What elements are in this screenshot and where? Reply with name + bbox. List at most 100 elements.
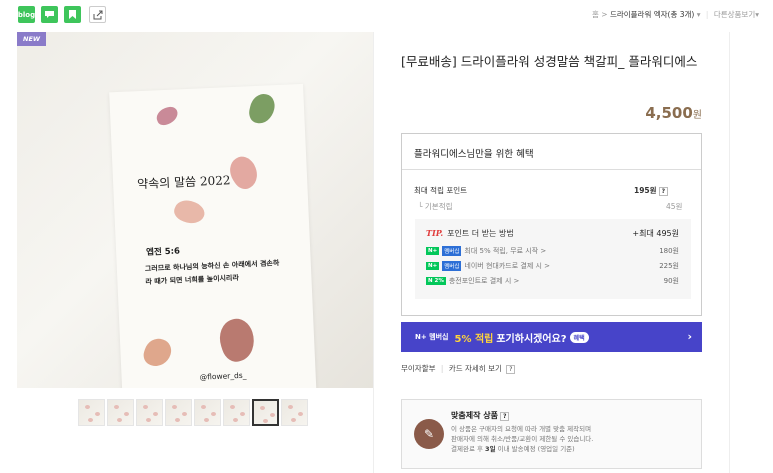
banner-tag: 혜택 [569,331,589,343]
leaf [247,91,277,126]
tip-row-value: 90원 [663,277,679,285]
card-detail-link[interactable]: 카드 자세히 보기 [449,364,502,373]
thumb-petal [298,412,303,416]
thumb-petal [204,418,209,422]
thumbnail[interactable] [223,399,250,426]
thumbnail[interactable] [107,399,134,426]
petal [154,104,181,128]
thumb-petal [240,412,245,416]
custom-desc-line: 이 상품은 구매자의 요청에 따라 개별 맞춤 제작되며 [451,425,592,433]
talk-icon[interactable] [41,6,58,23]
other-products-link[interactable]: 다른상품보기 [714,10,755,19]
chevron-right-icon: › [687,330,692,343]
thumb-petal [146,418,151,422]
thumb-petal [230,405,235,409]
card-verse-ref: 엡전 5:6 [145,246,181,258]
thumbnail[interactable] [165,399,192,426]
tip-row-charge[interactable]: N 2% 충전포인트로 결제 시 > 90원 [426,276,679,286]
tip-row-value: 180원 [659,247,679,255]
max-point-value: 195원? [634,185,669,196]
max-point-amount: 195원 [634,186,657,195]
breadcrumb: 홈 > 드라이플라워 엑자(총 3개) ▾ | 다른상품보기▾ [591,10,759,19]
tip-row-label: 네이버 현대카드로 결제 시 > [464,262,551,270]
tip-row-label: 최대 5% 적립, 무료 시작 > [464,247,547,255]
tip-row-value: 225원 [659,262,679,270]
thumb-petal [114,405,119,409]
product-price: 4,500원 [601,104,702,122]
ship-pre: 결제완료 후 [451,445,483,453]
naver-plus-icon: N+ [426,247,440,255]
price-value: 4,500 [645,104,693,122]
benefit-heading: 플라워디에스님만을 위한 혜택 [402,134,701,170]
membership-icon: 멤버십 [442,261,462,271]
tip-max: +최대 495원 [632,229,679,238]
thumbnail[interactable] [136,399,163,426]
tip-row-membership[interactable]: N+ 멤버십 최대 5% 적립, 무료 시작 > 180원 [426,246,679,256]
share-arrow-icon [93,10,102,19]
breadcrumb-separator: > [601,10,608,19]
base-point-value: 45원 [666,202,683,211]
share-icon[interactable] [89,6,106,23]
card-handle: @flower_ds_ [199,370,247,382]
talk-bubble-icon [45,10,54,18]
thumb-petal [95,412,100,416]
price-unit: 원 [692,110,702,121]
tip-label: TIP. [426,228,444,238]
payment-links: 무이자할부 | 카드 자세히 보기 ? [401,363,516,374]
naver-plus-banner[interactable]: N+ 멤버십 5% 적립 포기하시겠어요? 혜택 › [401,322,702,352]
bookmark-card: 약속의 말씀 2022 엡전 5:6 그러므로 하나님의 능하신 손 아래에서 … [109,83,317,388]
petal [140,335,175,370]
interest-free-link[interactable]: 무이자할부 [401,364,436,373]
thumb-petal [153,412,158,416]
bookmark-icon[interactable] [64,6,81,23]
thumb-petal [260,406,265,410]
max-point-label: 최대 적립 포인트 [414,186,468,195]
tip-heading: TIP. 포인트 더 받는 방법 [426,228,514,239]
thumb-petal [88,418,93,422]
thumb-petal [124,412,129,416]
product-main-image[interactable]: NEW 약속의 말씀 2022 엡전 5:6 그러므로 하나님의 능하신 손 아… [17,32,373,388]
thumb-petal [117,418,122,422]
help-icon[interactable]: ? [658,187,669,196]
custom-order-notice: ✎ 맞춤제작 상품? 이 상품은 구매자의 요청에 따라 개별 맞춤 제작되며 … [401,399,702,469]
breadcrumb-category[interactable]: 드라이플라워 엑자(총 3개) [610,10,694,19]
naver-blog-icon[interactable]: blog [18,6,35,23]
naver-pay-icon: N 2% [426,277,446,285]
tip-row-card[interactable]: N+ 멤버십 네이버 현대카드로 결제 시 > 225원 [426,261,679,271]
thumb-petal [175,418,180,422]
product-title: [무료배송] 드라이플라워 성경말씀 책갈피_ 플라워디에스 [401,54,698,69]
thumb-petal [211,412,216,416]
thumb-petal [182,412,187,416]
thumbnail[interactable] [252,399,279,426]
card-title: 약속의 말씀 2022 [136,173,231,192]
divider [729,32,730,473]
benefit-box: 플라워디에스님만을 위한 혜택 최대 적립 포인트 195원? └ 기본적립 4… [401,133,702,316]
bookmark-shape-icon [69,10,76,19]
breadcrumb-home[interactable]: 홈 [592,10,599,19]
chevron-down-icon[interactable]: ▾ [697,10,701,19]
base-point-label: └ 기본적립 [418,202,453,211]
help-icon[interactable]: ? [506,365,516,374]
edit-note-icon: ✎ [414,419,444,449]
ship-days: 3일 [485,445,496,453]
help-icon[interactable]: ? [499,412,510,421]
thumb-petal [288,405,293,409]
custom-heading: 맞춤제작 상품? [451,410,510,421]
thumb-petal [270,413,275,417]
custom-heading-text: 맞춤제작 상품 [451,411,498,420]
tip-box: TIP. 포인트 더 받는 방법 +최대 495원 N+ 멤버십 최대 5% 적립, … [415,219,691,299]
petal [171,196,208,228]
thumb-petal [233,418,238,422]
thumb-petal [172,405,177,409]
banner-text: 포기하시겠어요? [496,333,567,345]
naver-plus-icon: N+ [426,262,440,270]
divider [373,32,374,473]
thumb-petal [291,418,296,422]
new-badge: NEW [17,32,47,46]
custom-desc: 이 상품은 구매자의 요청에 따라 개별 맞춤 제작되며 판매자에 의해 취소/… [451,424,691,454]
thumbnail[interactable] [194,399,221,426]
banner-highlight: 5% 적립 [454,333,494,345]
thumbnail[interactable] [281,399,308,426]
thumbnail[interactable] [78,399,105,426]
card-verse: 그러므로 하나님의 능하신 손 아래에서 겸손하라 때가 되면 너희를 높이시리… [144,259,280,286]
